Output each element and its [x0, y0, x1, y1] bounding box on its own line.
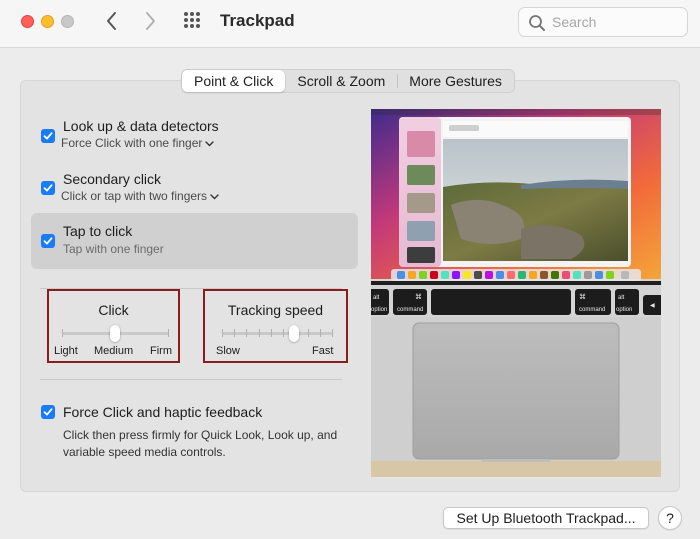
checkmark-icon [43, 237, 53, 245]
look-up-gesture-value: Force Click with one finger [61, 136, 203, 150]
key-alt-left: alt [373, 295, 380, 301]
tracking-speed-knob[interactable] [288, 325, 299, 342]
back-button[interactable] [100, 9, 124, 33]
search-field[interactable] [518, 7, 688, 37]
tap-to-click-label: Tap to click [63, 223, 133, 239]
look-up-gesture-dropdown[interactable]: Force Click with one finger [61, 136, 215, 150]
tracking-speed-tick [234, 329, 235, 337]
force-click-checkbox[interactable] [41, 405, 55, 419]
tab-point-and-click[interactable]: Point & Click [182, 70, 286, 92]
checkmark-icon [43, 184, 53, 192]
zoom-window-button[interactable] [61, 15, 74, 28]
divider [40, 379, 342, 380]
checkmark-icon [43, 132, 53, 140]
tracking-speed-tick [246, 329, 247, 337]
click-slider-label-firm: Firm [150, 345, 172, 357]
secondary-click-label: Secondary click [63, 171, 162, 187]
grid-icon [184, 12, 200, 28]
click-slider-label-medium: Medium [94, 345, 134, 357]
tap-to-click-row [31, 213, 358, 269]
key-command-left: command [397, 307, 423, 313]
force-click-label: Force Click and haptic feedback [63, 404, 263, 420]
tracking-speed-tick [283, 329, 284, 337]
tracking-speed-label-slow: Slow [216, 345, 240, 357]
command-symbol-icon: ⌘ [415, 293, 422, 301]
chevron-down-icon [205, 141, 215, 147]
tap-to-click-description: Tap with one finger [63, 242, 164, 256]
chevron-down-icon [210, 194, 219, 200]
look-up-label: Look up & data detectors [63, 118, 219, 134]
tracking-speed-label-fast: Fast [312, 345, 334, 357]
tracking-speed-tick [308, 329, 309, 337]
key-alt-right: alt [618, 295, 625, 301]
close-window-button[interactable] [21, 15, 34, 28]
look-up-checkbox[interactable] [41, 129, 55, 143]
tracking-speed-tick [222, 329, 223, 337]
gesture-preview-image: alt option ⌘ command ⌘ command alt optio… [371, 109, 661, 477]
key-option-left: option [371, 307, 387, 313]
tracking-speed-tick [259, 329, 260, 337]
key-option-right: option [616, 307, 632, 313]
help-button[interactable]: ? [658, 506, 682, 530]
secondary-click-gesture-value: Click or tap with two fingers [61, 189, 208, 203]
tracking-speed-tick [271, 329, 272, 337]
preview-illustration: alt option ⌘ command ⌘ command alt optio… [371, 109, 661, 477]
tab-scroll-and-zoom[interactable]: Scroll & Zoom [285, 70, 397, 92]
search-icon [529, 15, 545, 31]
click-slider-group: Click Light Medium Firm [47, 289, 180, 363]
minimize-window-button[interactable] [41, 15, 54, 28]
click-slider-title: Click [98, 302, 129, 318]
arrow-left-icon: ◀ [650, 302, 655, 309]
set-up-bluetooth-trackpad-button[interactable]: Set Up Bluetooth Trackpad... [443, 507, 649, 529]
tracking-speed-slider-group: Tracking speed Slow Fast [203, 289, 348, 363]
click-slider-tick [168, 329, 169, 337]
click-slider-label-light: Light [54, 345, 78, 357]
title-bar: Trackpad [0, 0, 700, 48]
secondary-click-gesture-dropdown[interactable]: Click or tap with two fingers [61, 189, 219, 203]
tab-bar: Point & Click Scroll & Zoom More Gesture… [181, 69, 515, 93]
tap-to-click-checkbox[interactable] [41, 234, 55, 248]
click-slider-tick [62, 329, 63, 337]
tracking-speed-tick [320, 329, 321, 337]
secondary-click-checkbox[interactable] [41, 181, 55, 195]
tracking-speed-track[interactable] [222, 332, 332, 335]
click-slider-knob[interactable] [110, 325, 120, 342]
chevron-right-icon [146, 12, 155, 30]
tracking-speed-tick [332, 329, 333, 337]
tracking-speed-title: Tracking speed [227, 302, 324, 318]
force-click-description: Click then press firmly for Quick Look, … [63, 428, 338, 459]
checkmark-icon [43, 408, 53, 416]
chevron-left-icon [107, 12, 116, 30]
window-title: Trackpad [220, 11, 295, 30]
show-all-button[interactable] [183, 11, 205, 33]
command-symbol-icon: ⌘ [579, 293, 586, 301]
search-input[interactable] [552, 12, 680, 32]
tab-more-gestures[interactable]: More Gestures [397, 70, 514, 92]
forward-button[interactable] [138, 9, 162, 33]
key-command-right: command [579, 307, 605, 313]
